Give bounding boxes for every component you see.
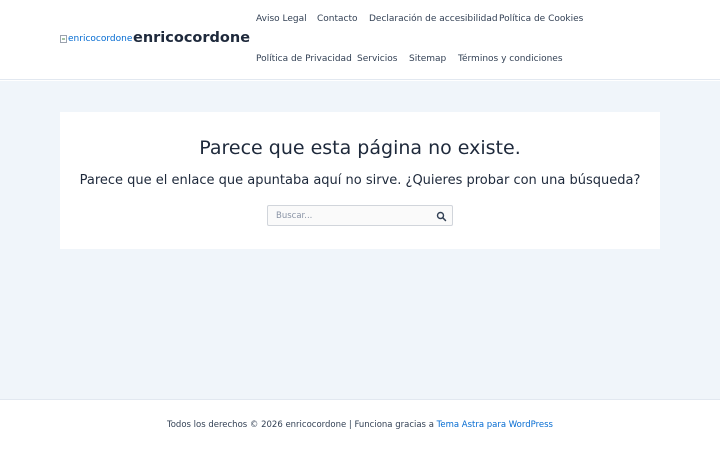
site-title[interactable]: enricocordone	[133, 30, 250, 46]
astra-theme-link[interactable]: Tema Astra para WordPress	[437, 420, 553, 430]
nav-item-sitemap[interactable]: Sitemap	[409, 54, 446, 64]
search-button[interactable]	[436, 210, 447, 222]
nav-item-terminos-condiciones[interactable]: Términos y condiciones	[458, 54, 563, 64]
nav-item-aviso-legal[interactable]: Aviso Legal	[256, 14, 307, 24]
site-logo-alt-text: enricocordone	[68, 34, 133, 44]
site-footer: Todos los derechos © 2026 enricocordone …	[0, 399, 720, 450]
site-header: enricocordone enricocordone Aviso Legal …	[0, 0, 720, 80]
error-404-card: Parece que esta página no existe. Parece…	[60, 112, 660, 249]
error-message: Parece que el enlace que apuntaba aquí n…	[79, 173, 641, 188]
nav-item-contacto[interactable]: Contacto	[317, 14, 358, 24]
main-content: Parece que esta página no existe. Parece…	[0, 81, 720, 399]
page-title: Parece que esta página no existe.	[199, 137, 521, 159]
nav-item-servicios[interactable]: Servicios	[357, 54, 397, 64]
copyright-line: Todos los derechos © 2026 enricocordone …	[0, 420, 720, 430]
search-form	[267, 205, 453, 226]
broken-image-icon	[60, 35, 67, 43]
copyright-text: Todos los derechos © 2026 enricocordone …	[166, 420, 437, 430]
search-icon	[436, 211, 447, 222]
site-logo-link[interactable]: enricocordone	[60, 34, 132, 44]
nav-item-politica-privacidad[interactable]: Política de Privacidad	[256, 54, 352, 64]
nav-item-politica-cookies[interactable]: Política de Cookies	[499, 14, 583, 24]
search-input[interactable]	[268, 206, 428, 225]
nav-item-declaracion-accesibilidad[interactable]: Declaración de accesibilidad	[369, 14, 498, 24]
